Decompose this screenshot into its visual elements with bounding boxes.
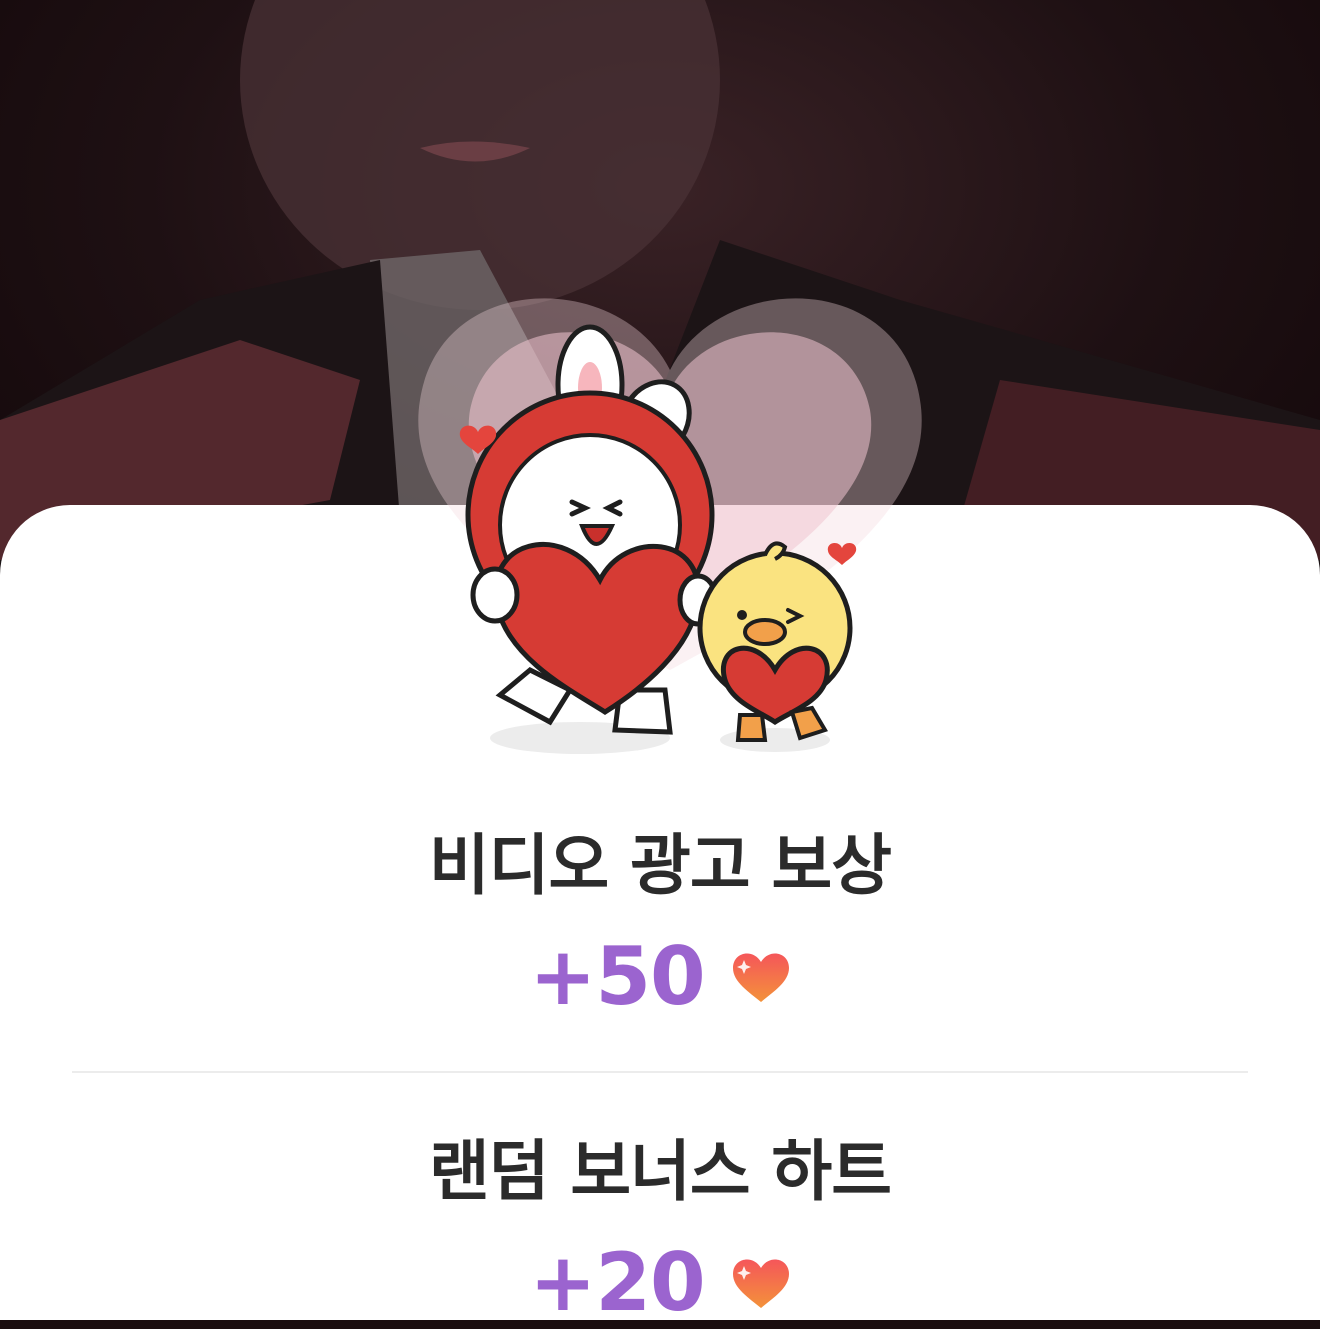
bunny-chick-heart-sticker <box>418 298 922 754</box>
heart-icon <box>732 1258 789 1308</box>
heart-icon <box>732 952 789 1002</box>
reward-amount-row: +20 <box>0 1236 1320 1329</box>
reward-amount: +50 <box>529 930 705 1023</box>
reward-title: 랜덤 보너스 하트 <box>429 1133 892 1210</box>
reward-title: 비디오 광고 보상 <box>429 827 892 904</box>
divider <box>72 1071 1248 1073</box>
reward-amount: +20 <box>529 1236 705 1329</box>
reward-amount-row: +50 <box>0 930 1320 1023</box>
